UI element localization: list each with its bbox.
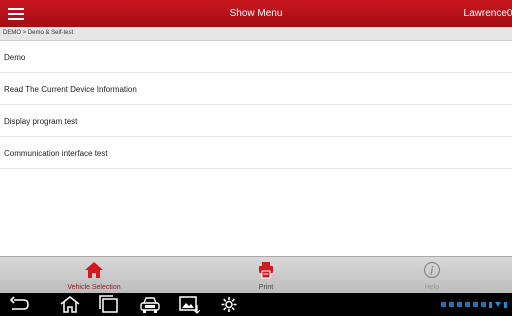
notification-icon [449, 302, 454, 307]
menu-list: Demo Read The Current Device Information… [0, 41, 512, 169]
screenshot-icon[interactable] [178, 295, 200, 314]
home-icon [85, 262, 103, 278]
app-header: Show Menu Lawrence08 [0, 0, 512, 27]
bottom-nav: Vehicle Selection Print Help [0, 256, 512, 293]
breadcrumb: DEMO > Demo & Self-test [0, 27, 512, 41]
list-item-communication-interface-test[interactable]: Communication interface test [0, 137, 512, 169]
page-title: Show Menu [229, 8, 283, 19]
notification-icon [457, 302, 462, 307]
android-home-icon[interactable] [59, 295, 81, 314]
back-icon[interactable] [8, 295, 30, 314]
help-label: Help [424, 284, 440, 291]
vehicle-selection-button[interactable]: Vehicle Selection [34, 257, 154, 294]
notification-icon [465, 302, 470, 307]
print-label: Print [258, 284, 274, 291]
status-icons [441, 300, 510, 309]
bluetooth-icon [489, 301, 492, 308]
list-item-demo[interactable]: Demo [0, 41, 512, 73]
list-item-read-device-info[interactable]: Read The Current Device Information [0, 73, 512, 105]
wifi-icon [495, 302, 501, 307]
notification-icon [473, 302, 478, 307]
recent-apps-icon[interactable] [98, 295, 120, 314]
notification-icon [441, 302, 446, 307]
list-item-display-program-test[interactable]: Display program test [0, 105, 512, 137]
battery-icon [504, 301, 507, 308]
car-diagnostic-icon[interactable] [139, 295, 161, 314]
settings-icon[interactable] [218, 295, 240, 314]
print-button[interactable]: Print [206, 257, 326, 294]
help-button[interactable]: Help [372, 257, 492, 294]
vehicle-selection-label: Vehicle Selection [67, 284, 121, 291]
notification-icon [481, 302, 486, 307]
system-nav-bar [0, 293, 512, 316]
help-icon [423, 261, 441, 279]
user-name[interactable]: Lawrence08 [464, 8, 512, 19]
printer-icon [259, 262, 273, 279]
